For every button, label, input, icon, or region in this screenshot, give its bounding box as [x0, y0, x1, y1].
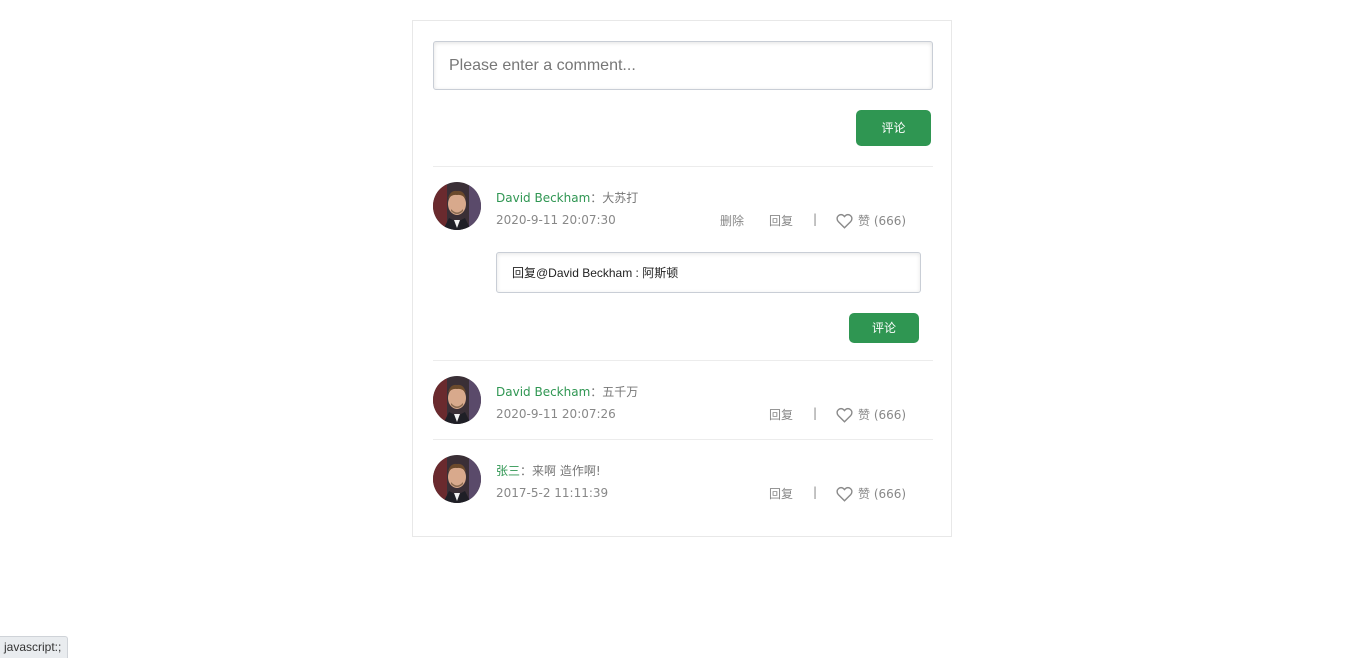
comment-text: 来啊 造作啊! — [532, 464, 601, 478]
comment-date: 2020-9-11 20:07:30 — [496, 213, 616, 227]
action-divider: | — [813, 212, 818, 226]
comment-header: David Beckham：大苏打 — [496, 189, 638, 206]
like-button[interactable]: 赞 (666) — [858, 485, 906, 502]
comment-panel: 评论 David Beckham：大苏打 2020-9-11 20:07:30 … — [412, 20, 952, 537]
comment-author-link[interactable]: 张三 — [496, 464, 520, 478]
comment-date: 2017-5-2 11:11:39 — [496, 486, 609, 500]
reply-input[interactable] — [496, 252, 921, 293]
user-avatar — [433, 376, 481, 424]
user-avatar — [433, 182, 481, 230]
divider — [433, 166, 933, 167]
reply-link[interactable]: 回复 — [769, 212, 793, 229]
author-separator: ： — [590, 191, 603, 205]
divider — [433, 360, 933, 361]
divider — [433, 439, 933, 440]
user-avatar — [433, 455, 481, 503]
author-separator: ： — [590, 385, 603, 399]
heart-icon[interactable] — [836, 213, 853, 229]
reply-link[interactable]: 回复 — [769, 485, 793, 502]
delete-link[interactable]: 删除 — [720, 212, 744, 229]
action-divider: | — [813, 485, 818, 499]
comment-date: 2020-9-11 20:07:26 — [496, 407, 616, 421]
like-button[interactable]: 赞 (666) — [858, 406, 906, 423]
comment-input[interactable] — [433, 41, 933, 90]
action-divider: | — [813, 406, 818, 420]
comment-text: 五千万 — [602, 385, 639, 399]
comment-header: David Beckham：五千万 — [496, 383, 638, 400]
reply-link[interactable]: 回复 — [769, 406, 793, 423]
like-button[interactable]: 赞 (666) — [858, 212, 906, 229]
status-bar-url: javascript:; — [0, 636, 69, 658]
submit-reply-button[interactable]: 评论 — [849, 313, 919, 343]
submit-comment-button[interactable]: 评论 — [856, 110, 931, 146]
comment-author-link[interactable]: David Beckham — [496, 191, 590, 205]
author-separator: ： — [520, 464, 533, 478]
heart-icon[interactable] — [836, 486, 853, 502]
comment-author-link[interactable]: David Beckham — [496, 385, 590, 399]
comment-header: 张三：来啊 造作啊! — [496, 462, 601, 479]
comment-text: 大苏打 — [602, 191, 639, 205]
heart-icon[interactable] — [836, 407, 853, 423]
